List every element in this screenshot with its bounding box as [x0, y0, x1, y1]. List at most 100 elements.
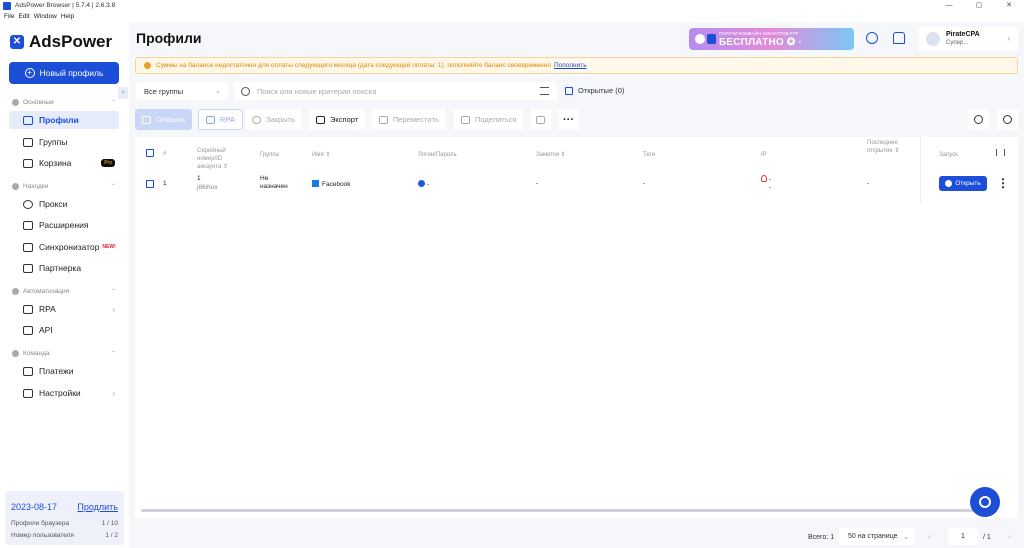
group-select[interactable]: Все группы ⌄: [136, 82, 228, 100]
row-open-button[interactable]: Открыть: [939, 176, 987, 191]
close-button[interactable]: Закрыть: [245, 109, 302, 130]
sidebar-item-label: Корзина: [39, 158, 72, 168]
column-settings-icon[interactable]: [996, 149, 1005, 156]
move-button[interactable]: Переместить: [372, 109, 446, 130]
col-header-serial[interactable]: Серийный номер/ID аккаунта ⇕: [197, 147, 241, 171]
row-notes: -: [536, 180, 539, 187]
sidebar-item-label: Прокси: [39, 199, 68, 209]
opened-filter-label: Открытые (0): [578, 86, 625, 95]
section-basic[interactable]: Основные ⌃: [12, 99, 116, 106]
opened-filter-checkbox[interactable]: Открытые (0): [565, 86, 624, 95]
sidebar-item-profiles[interactable]: Профили: [9, 111, 119, 129]
minimize-icon[interactable]: —: [934, 0, 964, 11]
wallet-icon: [23, 366, 33, 376]
users-icon: [23, 388, 33, 398]
sidebar-item-trash[interactable]: Корзина Pro: [9, 154, 119, 172]
brand-name: AdsPower: [29, 32, 113, 51]
page-size-select[interactable]: 50 на странице ⌄: [839, 528, 915, 545]
brand-logo: ✕ AdsPower: [10, 32, 112, 52]
row-login-text: -: [427, 181, 430, 188]
sidebar-item-settings[interactable]: Настройки ›: [9, 384, 119, 402]
section-team[interactable]: Команда ⌃: [12, 350, 116, 357]
delete-button[interactable]: [530, 109, 551, 130]
browser-profiles-value: 1 / 10: [101, 520, 118, 527]
globe-icon: [23, 199, 33, 209]
sidebar-item-partner[interactable]: Партнерка: [9, 259, 119, 277]
page-size-value: 50 на странице: [848, 533, 898, 540]
row-checkbox[interactable]: [146, 180, 154, 188]
menu-help[interactable]: Help: [61, 13, 74, 20]
user-menu[interactable]: PirateCPA Супер... ›: [918, 27, 1018, 51]
maximize-icon[interactable]: ▢: [964, 0, 994, 11]
sidebar-item-proxy[interactable]: Прокси: [9, 195, 119, 213]
browser-profiles-label: Профили браузера: [11, 520, 69, 527]
refresh-button[interactable]: [997, 109, 1018, 130]
bell-icon[interactable]: [893, 32, 905, 44]
row-last-open: -: [867, 180, 870, 187]
rpa-button[interactable]: RPA: [198, 109, 243, 130]
col-header-notes[interactable]: Заметки ⇕: [536, 151, 566, 159]
chevron-down-icon: ⌄: [903, 533, 909, 541]
users-count-value: 1 / 2: [105, 532, 118, 539]
new-profile-button[interactable]: + Новый профиль: [9, 62, 119, 84]
user-role: Супер...: [946, 40, 969, 46]
sync-status-icon[interactable]: [866, 32, 878, 44]
col-header-name-text: Имя: [312, 152, 324, 158]
tag-tool-button[interactable]: [968, 109, 989, 130]
promo-banner[interactable]: ПОЛУЧИ КОМБАЙН АККАУНТОВ FPF БЕСПЛАТНО ✪…: [689, 28, 854, 50]
section-label: Основные: [23, 99, 54, 106]
sidebar-item-groups[interactable]: Группы: [9, 133, 119, 151]
page-number-input[interactable]: 1: [948, 528, 978, 545]
sidebar-item-label: Настройки: [39, 388, 81, 398]
window-controls: — ▢ ✕: [934, 0, 1024, 11]
move-icon: [379, 115, 388, 124]
users-count-label: Номер пользователя: [11, 532, 74, 539]
row-ip: -: [761, 175, 771, 184]
row-more-icon[interactable]: ⋮: [997, 176, 1009, 190]
search-input[interactable]: Поиск или новые критерии поиска: [234, 82, 557, 100]
move-button-label: Переместить: [393, 115, 439, 124]
row-account-id[interactable]: j86ihox: [197, 184, 218, 192]
more-button[interactable]: ···: [558, 109, 579, 130]
select-all-checkbox[interactable]: [146, 149, 154, 157]
row-group: Не назначен: [260, 175, 288, 190]
menu-edit[interactable]: Edit: [18, 13, 29, 20]
robot-icon: [206, 115, 215, 124]
checkbox[interactable]: [565, 86, 573, 95]
next-page-icon[interactable]: ›: [1008, 532, 1011, 541]
renew-link[interactable]: Продлить: [77, 502, 118, 512]
export-button[interactable]: Экспорт: [309, 109, 366, 130]
trash-icon: [536, 115, 545, 124]
open-button[interactable]: Открыть: [135, 109, 193, 130]
plan-expiry-date: 2023-08-17: [11, 502, 58, 512]
menu-window[interactable]: Window: [34, 13, 57, 20]
filter-icon[interactable]: [540, 87, 549, 95]
prev-page-icon[interactable]: ‹: [928, 532, 931, 541]
promo-logo-icon: [695, 34, 705, 44]
section-finds[interactable]: Находки ⌃: [12, 183, 116, 190]
sidebar-item-api[interactable]: API: [9, 321, 119, 339]
sidebar-item-payments[interactable]: Платежи: [9, 362, 119, 380]
section-automation[interactable]: Автоматизация ⌃: [12, 288, 116, 295]
sidebar-item-extensions[interactable]: Расширения: [9, 216, 119, 234]
home-icon: [12, 99, 19, 106]
app-icon: [3, 1, 11, 10]
warning-icon: [144, 62, 151, 69]
support-chat-button[interactable]: [970, 487, 1000, 517]
horizontal-scrollbar[interactable]: [141, 509, 997, 512]
browser-icon: [945, 180, 953, 187]
share-button[interactable]: Поделиться: [454, 109, 524, 130]
collapse-sidebar-button[interactable]: ‹: [118, 87, 128, 99]
robot-icon: [23, 304, 33, 314]
star-icon: [23, 263, 33, 273]
sidebar-item-rpa[interactable]: RPA ›: [9, 300, 119, 318]
col-header-last-open[interactable]: Последнее открытие ⇕: [867, 139, 907, 155]
col-header-name[interactable]: Имя ⇕: [312, 151, 330, 159]
promo-subtitle: ПОЛУЧИ КОМБАЙН АККАУНТОВ FPF: [719, 31, 799, 36]
top-up-link[interactable]: Пополнить: [554, 62, 587, 69]
promo-brand-icon: [707, 34, 716, 44]
close-icon[interactable]: ✕: [994, 0, 1024, 11]
menu-file[interactable]: File: [4, 13, 14, 20]
sidebar-item-synchronizer[interactable]: Синхронизатор NEW!: [9, 238, 119, 256]
row-ip-secondary: -: [769, 184, 772, 191]
